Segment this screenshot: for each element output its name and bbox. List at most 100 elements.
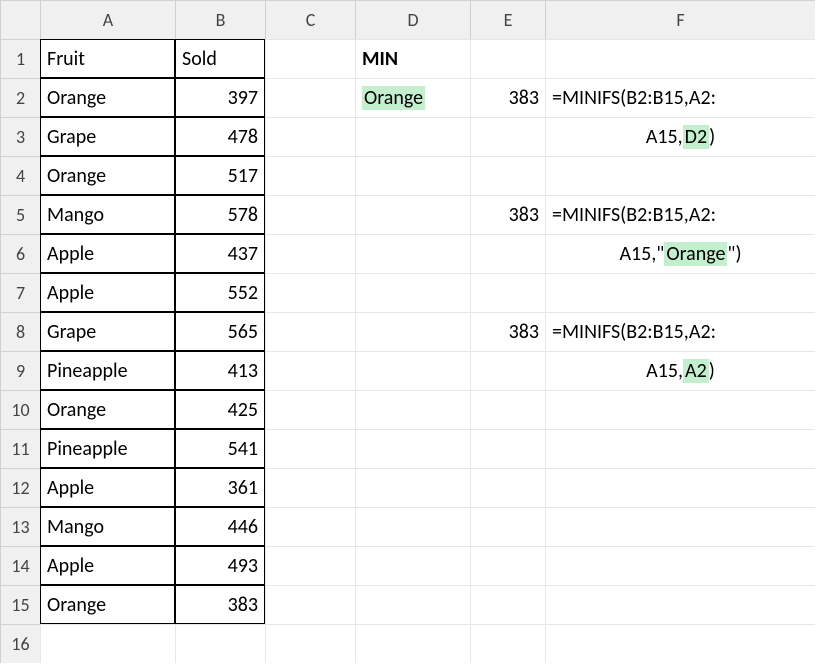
cell-C5[interactable] xyxy=(265,195,355,234)
cell-D8[interactable] xyxy=(355,312,470,351)
cell-B9[interactable]: 413 xyxy=(175,351,265,390)
cell-E5[interactable]: 383 xyxy=(470,195,545,234)
row-header-3[interactable]: 3 xyxy=(0,117,40,156)
row-header-10[interactable]: 10 xyxy=(0,390,40,429)
cell-E10[interactable] xyxy=(470,390,545,429)
cell-B7[interactable]: 552 xyxy=(175,273,265,312)
cell-B15[interactable]: 383 xyxy=(175,585,265,624)
spreadsheet[interactable]: A B C D E F 1 Fruit Sold MIN 2 Orange 39… xyxy=(0,0,816,663)
cell-F3[interactable]: A15,D2) xyxy=(545,117,815,156)
cell-A14[interactable]: Apple xyxy=(40,546,175,585)
cell-B13[interactable]: 446 xyxy=(175,507,265,546)
row-header-9[interactable]: 9 xyxy=(0,351,40,390)
cell-E13[interactable] xyxy=(470,507,545,546)
cell-D9[interactable] xyxy=(355,351,470,390)
cell-D5[interactable] xyxy=(355,195,470,234)
cell-C4[interactable] xyxy=(265,156,355,195)
cell-E12[interactable] xyxy=(470,468,545,507)
cell-F11[interactable] xyxy=(545,429,815,468)
cell-A16[interactable] xyxy=(40,624,175,663)
cell-D10[interactable] xyxy=(355,390,470,429)
cell-A7[interactable]: Apple xyxy=(40,273,175,312)
cell-B10[interactable]: 425 xyxy=(175,390,265,429)
cell-C13[interactable] xyxy=(265,507,355,546)
cell-E6[interactable] xyxy=(470,234,545,273)
cell-D7[interactable] xyxy=(355,273,470,312)
cell-C11[interactable] xyxy=(265,429,355,468)
select-all-corner[interactable] xyxy=(0,0,40,39)
cell-C8[interactable] xyxy=(265,312,355,351)
cell-B11[interactable]: 541 xyxy=(175,429,265,468)
row-header-7[interactable]: 7 xyxy=(0,273,40,312)
cell-F1[interactable] xyxy=(545,39,815,78)
cell-A12[interactable]: Apple xyxy=(40,468,175,507)
cell-E9[interactable] xyxy=(470,351,545,390)
cell-F12[interactable] xyxy=(545,468,815,507)
row-header-13[interactable]: 13 xyxy=(0,507,40,546)
cell-F16[interactable] xyxy=(545,624,815,663)
cell-A15[interactable]: Orange xyxy=(40,585,175,624)
cell-D6[interactable] xyxy=(355,234,470,273)
cell-F5[interactable]: =MINIFS(B2:B15,A2: xyxy=(545,195,815,234)
row-header-5[interactable]: 5 xyxy=(0,195,40,234)
cell-B8[interactable]: 565 xyxy=(175,312,265,351)
cell-B3[interactable]: 478 xyxy=(175,117,265,156)
row-header-2[interactable]: 2 xyxy=(0,78,40,117)
cell-F14[interactable] xyxy=(545,546,815,585)
cell-A10[interactable]: Orange xyxy=(40,390,175,429)
cell-A11[interactable]: Pineapple xyxy=(40,429,175,468)
cell-D13[interactable] xyxy=(355,507,470,546)
cell-D4[interactable] xyxy=(355,156,470,195)
cell-F8[interactable]: =MINIFS(B2:B15,A2: xyxy=(545,312,815,351)
cell-E8[interactable]: 383 xyxy=(470,312,545,351)
cell-B5[interactable]: 578 xyxy=(175,195,265,234)
cell-E7[interactable] xyxy=(470,273,545,312)
cell-C16[interactable] xyxy=(265,624,355,663)
cell-D15[interactable] xyxy=(355,585,470,624)
cell-F2[interactable]: =MINIFS(B2:B15,A2: xyxy=(545,78,815,117)
row-header-12[interactable]: 12 xyxy=(0,468,40,507)
cell-D3[interactable] xyxy=(355,117,470,156)
cell-F10[interactable] xyxy=(545,390,815,429)
cell-E11[interactable] xyxy=(470,429,545,468)
cell-F4[interactable] xyxy=(545,156,815,195)
cell-C9[interactable] xyxy=(265,351,355,390)
row-header-6[interactable]: 6 xyxy=(0,234,40,273)
cell-C10[interactable] xyxy=(265,390,355,429)
cell-C2[interactable] xyxy=(265,78,355,117)
cell-B4[interactable]: 517 xyxy=(175,156,265,195)
col-header-F[interactable]: F xyxy=(545,0,815,39)
cell-F15[interactable] xyxy=(545,585,815,624)
row-header-16[interactable]: 16 xyxy=(0,624,40,663)
cell-A9[interactable]: Pineapple xyxy=(40,351,175,390)
col-header-E[interactable]: E xyxy=(470,0,545,39)
cell-C15[interactable] xyxy=(265,585,355,624)
cell-B6[interactable]: 437 xyxy=(175,234,265,273)
cell-A8[interactable]: Grape xyxy=(40,312,175,351)
cell-A3[interactable]: Grape xyxy=(40,117,175,156)
row-header-4[interactable]: 4 xyxy=(0,156,40,195)
row-header-8[interactable]: 8 xyxy=(0,312,40,351)
col-header-A[interactable]: A xyxy=(40,0,175,39)
cell-C14[interactable] xyxy=(265,546,355,585)
row-header-1[interactable]: 1 xyxy=(0,39,40,78)
cell-A13[interactable]: Mango xyxy=(40,507,175,546)
cell-B12[interactable]: 361 xyxy=(175,468,265,507)
cell-F13[interactable] xyxy=(545,507,815,546)
cell-E16[interactable] xyxy=(470,624,545,663)
col-header-B[interactable]: B xyxy=(175,0,265,39)
cell-E14[interactable] xyxy=(470,546,545,585)
cell-E2[interactable]: 383 xyxy=(470,78,545,117)
cell-D1[interactable]: MIN xyxy=(355,39,470,78)
row-header-11[interactable]: 11 xyxy=(0,429,40,468)
cell-C12[interactable] xyxy=(265,468,355,507)
cell-B14[interactable]: 493 xyxy=(175,546,265,585)
cell-F7[interactable] xyxy=(545,273,815,312)
cell-E4[interactable] xyxy=(470,156,545,195)
cell-A1[interactable]: Fruit xyxy=(40,39,175,78)
cell-C6[interactable] xyxy=(265,234,355,273)
row-header-15[interactable]: 15 xyxy=(0,585,40,624)
cell-F9[interactable]: A15,A2) xyxy=(545,351,815,390)
col-header-C[interactable]: C xyxy=(265,0,355,39)
cell-D2[interactable]: Orange xyxy=(355,78,470,117)
